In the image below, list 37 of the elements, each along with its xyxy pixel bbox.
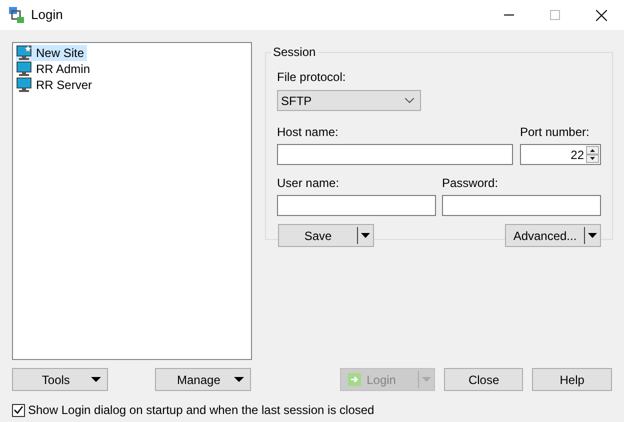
dropdown-arrow-icon bbox=[234, 377, 244, 382]
protocol-dropdown[interactable]: SFTP bbox=[277, 90, 421, 111]
manage-button[interactable]: Manage bbox=[154, 368, 251, 391]
field-label: Host name: bbox=[277, 124, 338, 141]
site-item[interactable]: RR Admin bbox=[16, 61, 94, 77]
advanced-button[interactable]: Advanced... bbox=[505, 224, 601, 247]
close-icon[interactable] bbox=[596, 10, 607, 20]
field-label: Port number: bbox=[520, 124, 590, 141]
dropdown-arrow-icon[interactable] bbox=[588, 233, 597, 238]
close-button[interactable]: Close bbox=[444, 368, 524, 391]
login-icon bbox=[348, 373, 361, 386]
window-title: Login bbox=[31, 6, 63, 24]
help-button[interactable]: Help bbox=[532, 368, 612, 391]
checkbox[interactable] bbox=[12, 404, 25, 416]
spinner-arrows-icon[interactable] bbox=[586, 146, 599, 163]
host-name-field[interactable] bbox=[277, 144, 513, 165]
dropdown-arrow-icon[interactable] bbox=[361, 233, 370, 238]
port-number-field[interactable]: 22 bbox=[520, 144, 601, 165]
field-label: File protocol: bbox=[277, 69, 346, 86]
monitor-icon bbox=[16, 77, 32, 93]
monitor-icon bbox=[16, 61, 32, 77]
site-list[interactable]: New Site RR Admin RR Server bbox=[12, 42, 252, 360]
check-icon bbox=[14, 406, 23, 414]
site-item[interactable]: RR Server bbox=[16, 77, 96, 93]
tools-button[interactable]: Tools bbox=[12, 368, 108, 391]
dropdown-arrow-icon bbox=[90, 377, 101, 382]
chevron-down-icon bbox=[405, 98, 414, 103]
field-label: User name: bbox=[277, 175, 340, 192]
site-item[interactable]: New Site bbox=[16, 45, 88, 61]
user-name-field[interactable] bbox=[277, 195, 436, 216]
monitor-star-icon bbox=[16, 45, 32, 61]
group-title: Session bbox=[273, 45, 316, 59]
app-icon bbox=[8, 6, 25, 24]
password-field[interactable] bbox=[442, 195, 601, 216]
field-label: Password: bbox=[442, 175, 498, 192]
checkbox-label[interactable]: Show Login dialog on startup and when the last session is closed bbox=[28, 401, 374, 419]
save-button[interactable]: Save bbox=[278, 224, 374, 247]
